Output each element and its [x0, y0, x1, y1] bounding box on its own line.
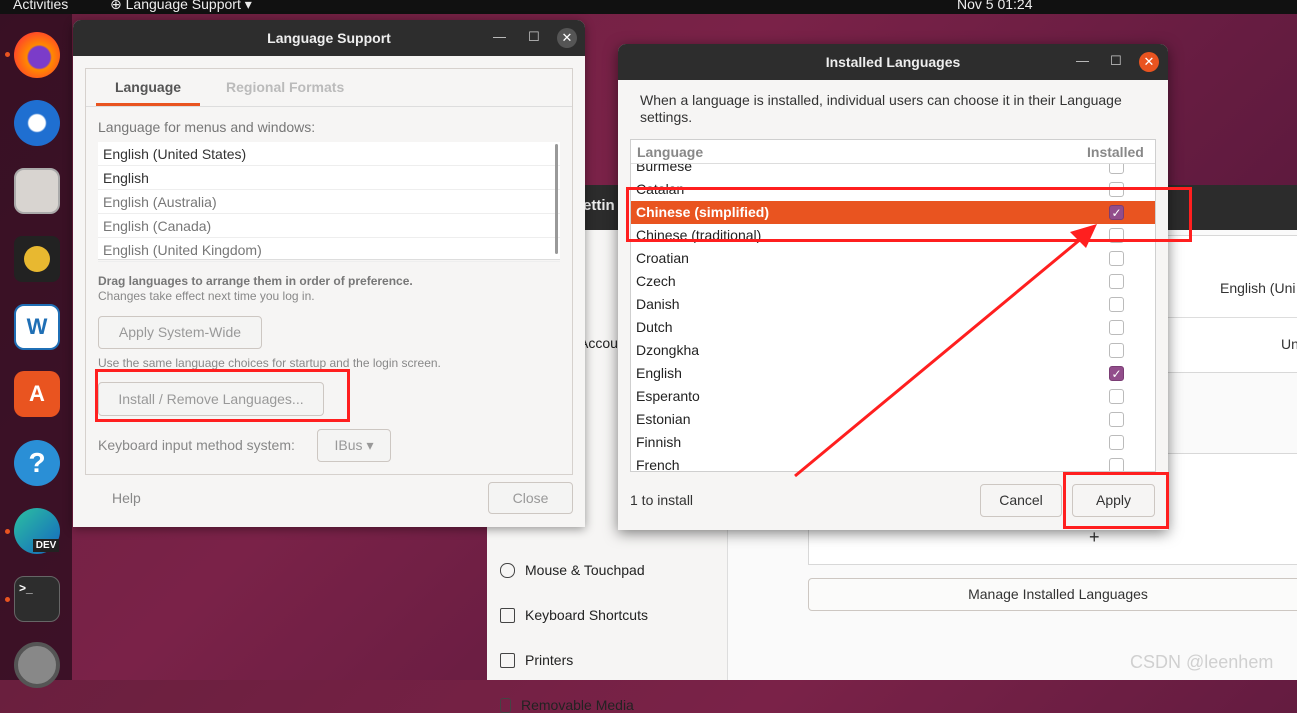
watermark: CSDN @leenhem	[1130, 652, 1274, 672]
usb-icon	[500, 697, 511, 713]
annotation-arrow	[794, 224, 1097, 478]
sidebar-label: Removable Media	[521, 697, 634, 713]
sidebar-item-removable-media[interactable]: Removable Media	[500, 697, 634, 713]
list-header: Language Installed	[631, 140, 1155, 164]
column-header-installed[interactable]: Installed	[1087, 140, 1144, 164]
column-header-language[interactable]: Language	[637, 140, 703, 164]
